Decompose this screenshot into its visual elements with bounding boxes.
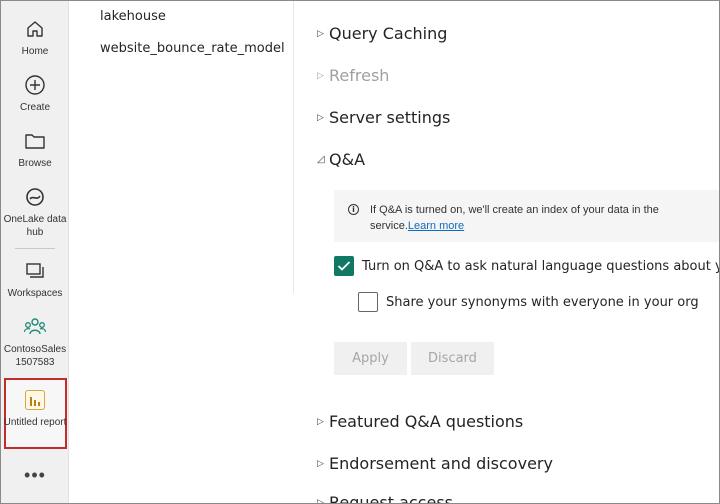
- nav-untitled-report[interactable]: Untitled report: [1, 388, 69, 429]
- left-nav-rail: Home Create Browse OneLake data hub Work…: [1, 1, 69, 503]
- chevron-down-icon: ◿: [317, 154, 325, 165]
- section-server-settings[interactable]: ▷ Server settings: [317, 108, 450, 127]
- section-request-access-title: Request access: [329, 493, 453, 504]
- chevron-right-icon: ▷: [317, 112, 324, 123]
- browse-icon: [23, 129, 47, 153]
- onelake-icon: [23, 185, 47, 209]
- nav-workspace-contoso-label: ContosoSales1507583: [3, 344, 67, 368]
- share-synonyms-label: Share your synonyms with everyone in you…: [386, 294, 699, 310]
- nav-onelake-label: OneLake data hub: [3, 214, 67, 238]
- rail-divider: [15, 248, 55, 249]
- learn-more-link[interactable]: Learn more: [408, 220, 464, 232]
- workspaces-icon: [23, 259, 47, 283]
- turn-on-qna-checkbox-row[interactable]: Turn on Q&A to ask natural language ques…: [334, 256, 719, 276]
- more-icon: •••: [24, 465, 46, 485]
- nav-create[interactable]: Create: [1, 73, 69, 114]
- nav-more[interactable]: •••: [1, 465, 69, 486]
- share-synonyms-checkbox-row[interactable]: Share your synonyms with everyone in you…: [358, 292, 699, 312]
- item-list-panel: lakehouse website_bounce_rate_model: [69, 1, 294, 293]
- checkmark-icon: [337, 261, 351, 271]
- section-endorsement[interactable]: ▷ Endorsement and discovery: [317, 454, 553, 473]
- nav-untitled-report-label: Untitled report: [3, 417, 67, 428]
- nav-browse[interactable]: Browse: [1, 129, 69, 170]
- nav-onelake[interactable]: OneLake data hub: [1, 185, 69, 239]
- section-refresh-title: Refresh: [329, 66, 390, 85]
- section-request-access[interactable]: ▷ Request access: [317, 493, 453, 504]
- section-server-settings-title: Server settings: [329, 108, 451, 127]
- list-item-lakehouse[interactable]: lakehouse: [100, 9, 166, 24]
- nav-workspaces[interactable]: Workspaces: [1, 259, 69, 300]
- info-icon: i: [348, 204, 359, 215]
- qna-info-text: If Q&A is turned on, we'll create an ind…: [370, 202, 710, 242]
- apply-button[interactable]: Apply: [334, 342, 407, 375]
- nav-workspace-contoso[interactable]: ContosoSales1507583: [1, 315, 69, 369]
- section-qna-title: Q&A: [329, 150, 366, 169]
- section-refresh: ▷ Refresh: [317, 66, 389, 85]
- section-query-caching-title: Query Caching: [329, 24, 448, 43]
- chevron-right-icon: ▷: [317, 70, 324, 81]
- create-icon: [23, 73, 47, 97]
- chevron-right-icon: ▷: [317, 497, 324, 504]
- chevron-right-icon: ▷: [317, 28, 324, 39]
- nav-home[interactable]: Home: [1, 17, 69, 58]
- nav-workspaces-label: Workspaces: [7, 288, 63, 299]
- section-featured-qna[interactable]: ▷ Featured Q&A questions: [317, 412, 523, 431]
- section-endorsement-title: Endorsement and discovery: [329, 454, 553, 473]
- section-qna[interactable]: ◿ Q&A: [317, 150, 365, 169]
- section-featured-qna-title: Featured Q&A questions: [329, 412, 524, 431]
- workspace-people-icon: [23, 315, 47, 339]
- chevron-right-icon: ▷: [317, 458, 324, 469]
- nav-create-label: Create: [19, 102, 50, 113]
- nav-browse-label: Browse: [18, 158, 52, 169]
- section-query-caching[interactable]: ▷ Query Caching: [317, 24, 447, 43]
- list-item-bounce-rate-model[interactable]: website_bounce_rate_model: [100, 41, 285, 56]
- nav-home-label: Home: [21, 46, 49, 57]
- turn-on-qna-checkbox[interactable]: [334, 256, 354, 276]
- turn-on-qna-label: Turn on Q&A to ask natural language ques…: [362, 258, 719, 274]
- list-divider: [293, 1, 294, 293]
- qna-info-banner: i If Q&A is turned on, we'll create an i…: [334, 190, 719, 242]
- share-synonyms-checkbox[interactable]: [358, 292, 378, 312]
- report-icon: [23, 388, 47, 412]
- app-window: Home Create Browse OneLake data hub Work…: [0, 0, 720, 504]
- discard-button[interactable]: Discard: [411, 342, 494, 375]
- home-icon: [23, 17, 47, 41]
- chevron-right-icon: ▷: [317, 416, 324, 427]
